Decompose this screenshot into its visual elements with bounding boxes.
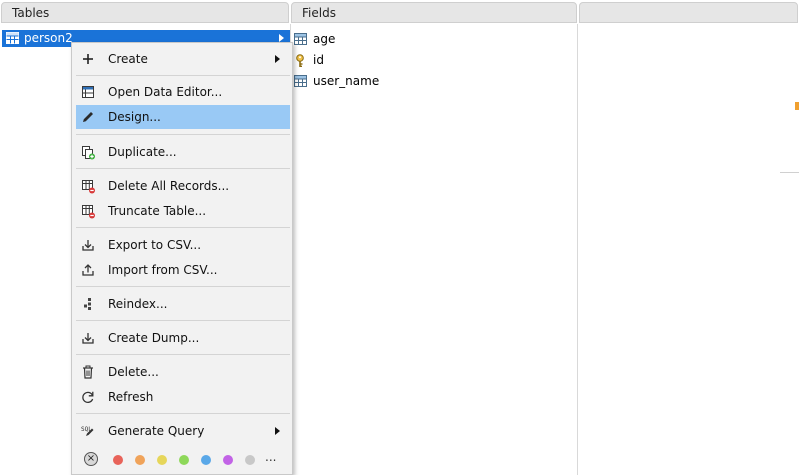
- reindex-icon: [84, 298, 91, 310]
- field-name: user_name: [313, 74, 380, 88]
- menu-item-create-dump[interactable]: Create Dump...: [76, 326, 290, 350]
- menu-separator: [76, 413, 290, 414]
- menu-separator: [76, 320, 290, 321]
- grid-window-icon: [82, 86, 94, 98]
- export-icon: [82, 240, 94, 251]
- menu-separator: [76, 227, 290, 228]
- table-column-icon: [294, 75, 307, 87]
- menu-item-label: Delete All Records...: [108, 179, 230, 193]
- menu-separator: [76, 168, 290, 169]
- menu-item-export-csv[interactable]: Export to CSV...: [76, 233, 290, 257]
- menu-item-import-csv[interactable]: Import from CSV...: [76, 258, 290, 282]
- menu-separator: [76, 134, 290, 135]
- menu-item-reindex[interactable]: Reindex...: [76, 292, 290, 316]
- key-icon: [296, 54, 304, 68]
- menu-separator: [76, 354, 290, 355]
- sql-icon: SQL: [81, 426, 94, 436]
- color-swatch-gray[interactable]: [245, 455, 255, 465]
- menu-item-generate-query[interactable]: SQL Generate Query: [76, 419, 290, 443]
- menu-item-label: Design...: [108, 110, 161, 124]
- more-colors-button[interactable]: ...: [265, 450, 276, 464]
- duplicate-icon: [82, 146, 95, 160]
- plus-icon: [83, 54, 93, 64]
- menu-item-create[interactable]: Create: [76, 47, 290, 71]
- third-panel-header[interactable]: [579, 2, 798, 23]
- color-swatch-purple[interactable]: [223, 455, 233, 465]
- submenu-arrow-icon: [275, 55, 280, 63]
- fields-header-label: Fields: [302, 6, 336, 20]
- tables-panel-header[interactable]: Tables: [1, 2, 289, 23]
- table-delete-icon: [82, 180, 95, 194]
- divider: [780, 172, 799, 173]
- menu-item-label: Duplicate...: [108, 145, 177, 159]
- menu-item-duplicate[interactable]: Duplicate...: [76, 140, 290, 164]
- menu-item-label: Refresh: [108, 390, 154, 404]
- menu-item-label: Import from CSV...: [108, 263, 218, 277]
- divider: [577, 24, 578, 475]
- import-icon: [82, 264, 94, 276]
- submenu-arrow-icon: [275, 427, 280, 435]
- menu-item-label: Generate Query: [108, 424, 205, 438]
- menu-separator: [76, 286, 290, 287]
- menu-item-delete[interactable]: Delete...: [76, 360, 290, 384]
- menu-item-label: Truncate Table...: [108, 204, 207, 218]
- pencil-icon: [83, 112, 93, 122]
- field-name: age: [313, 32, 336, 46]
- table-name: person2: [24, 31, 73, 45]
- menu-item-label: Open Data Editor...: [108, 85, 223, 99]
- color-swatch-orange[interactable]: [135, 455, 145, 465]
- table-icon: [6, 32, 19, 44]
- clear-color-icon[interactable]: ×: [84, 452, 98, 466]
- refresh-icon: [82, 391, 94, 403]
- table-delete-icon: [82, 205, 95, 219]
- dump-icon: [82, 333, 94, 344]
- menu-item-label: Create: [108, 52, 148, 66]
- menu-item-label: Export to CSV...: [108, 238, 202, 252]
- table-column-icon: [294, 33, 307, 45]
- fields-panel-header[interactable]: Fields: [291, 2, 577, 23]
- menu-separator: [76, 75, 290, 76]
- color-swatch-red[interactable]: [113, 455, 123, 465]
- menu-item-label: Delete...: [108, 365, 159, 379]
- menu-item-truncate-table[interactable]: Truncate Table...: [76, 199, 290, 223]
- menu-item-design[interactable]: Design...: [76, 105, 290, 129]
- color-swatch-green[interactable]: [179, 455, 189, 465]
- trash-icon: [83, 365, 93, 379]
- expand-arrow-icon: [279, 34, 284, 42]
- color-swatch-blue[interactable]: [201, 455, 211, 465]
- menu-item-label: Reindex...: [108, 297, 168, 311]
- partial-icon: [795, 102, 799, 110]
- menu-item-refresh[interactable]: Refresh: [76, 385, 290, 409]
- tables-header-label: Tables: [12, 6, 50, 20]
- menu-item-open-data-editor[interactable]: Open Data Editor...: [76, 80, 290, 104]
- context-menu: Create Open Data Editor... Design... Dup…: [71, 42, 293, 475]
- field-name: id: [313, 53, 324, 67]
- menu-item-delete-all-records[interactable]: Delete All Records...: [76, 174, 290, 198]
- color-tag-row: × ...: [76, 448, 290, 472]
- menu-item-label: Create Dump...: [108, 331, 200, 345]
- color-swatch-yellow[interactable]: [157, 455, 167, 465]
